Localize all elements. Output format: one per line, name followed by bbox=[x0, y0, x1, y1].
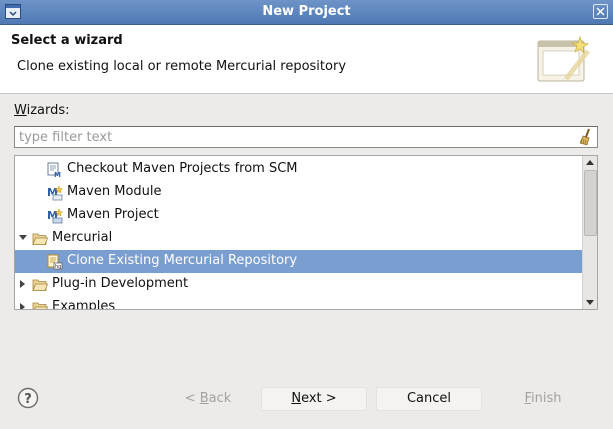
title-bar: New Project bbox=[0, 0, 613, 25]
back-button-text: ack bbox=[208, 391, 232, 406]
tree-item-label: Examples bbox=[52, 299, 116, 309]
svg-text:hg: hg bbox=[55, 264, 61, 270]
back-button-prefix: < bbox=[184, 391, 200, 406]
finish-button-text: inish bbox=[531, 391, 562, 406]
collapsed-arrow-icon[interactable] bbox=[18, 302, 28, 309]
wizards-label-text: izards: bbox=[26, 103, 70, 118]
wizards-label: Wizards: bbox=[14, 103, 70, 118]
new-wizard-graphic-icon bbox=[537, 35, 590, 82]
folder-icon bbox=[32, 279, 48, 291]
tree-item-label: Maven Project bbox=[67, 207, 159, 222]
maven-scm-icon: M bbox=[47, 162, 61, 178]
tree-item-examples[interactable]: Examples bbox=[15, 296, 583, 309]
filter-input[interactable] bbox=[14, 126, 598, 148]
finish-button[interactable]: Finish bbox=[490, 387, 596, 411]
next-button-mnemonic: N bbox=[291, 391, 302, 406]
tree-item-checkout-maven-scm[interactable]: M Checkout Maven Projects from SCM bbox=[15, 158, 583, 181]
tree-item-clone-mercurial-repository[interactable]: hg Clone Existing Mercurial Repository bbox=[15, 250, 583, 273]
window-title: New Project bbox=[262, 4, 351, 19]
tree-item-label: Maven Module bbox=[67, 184, 162, 199]
next-button-text: ext > bbox=[301, 391, 337, 406]
wizard-tree[interactable]: M Checkout Maven Projects from SCM M Mav… bbox=[14, 155, 598, 310]
tree-item-label: Plug-in Development bbox=[52, 276, 189, 291]
back-button-mnemonic: B bbox=[199, 391, 209, 406]
help-icon[interactable]: ? bbox=[17, 387, 39, 409]
tree-item-label: Clone Existing Mercurial Repository bbox=[67, 253, 298, 268]
back-button[interactable]: < Back bbox=[155, 387, 261, 411]
folder-open-icon bbox=[32, 233, 48, 245]
banner-title: Select a wizard bbox=[11, 33, 123, 48]
tree-item-label: Mercurial bbox=[52, 230, 113, 245]
close-icon[interactable] bbox=[593, 4, 608, 19]
tree-vertical-scrollbar[interactable] bbox=[582, 156, 597, 309]
expanded-arrow-icon[interactable] bbox=[18, 233, 28, 243]
tree-item-maven-project[interactable]: M Maven Project bbox=[15, 204, 583, 227]
tree-item-maven-module[interactable]: M Maven Module bbox=[15, 181, 583, 204]
svg-text:?: ? bbox=[24, 392, 32, 407]
scroll-down-icon[interactable] bbox=[586, 300, 594, 305]
wizard-tree-rows: M Checkout Maven Projects from SCM M Mav… bbox=[15, 156, 583, 309]
maven-project-icon: M bbox=[47, 208, 63, 224]
banner-description: Clone existing local or remote Mercurial… bbox=[17, 59, 347, 74]
wizard-banner: Select a wizard Clone existing local or … bbox=[0, 25, 613, 94]
tree-item-plugin-development[interactable]: Plug-in Development bbox=[15, 273, 583, 296]
tree-item-mercurial[interactable]: Mercurial bbox=[15, 227, 583, 250]
next-button[interactable]: Next > bbox=[261, 387, 367, 411]
mercurial-clone-icon: hg bbox=[47, 254, 63, 270]
folder-icon bbox=[32, 302, 48, 309]
cancel-button[interactable]: Cancel bbox=[376, 387, 482, 411]
wizards-label-mnemonic: W bbox=[14, 103, 27, 118]
scrollbar-thumb[interactable] bbox=[584, 170, 597, 236]
collapsed-arrow-icon[interactable] bbox=[18, 279, 28, 289]
scroll-up-icon[interactable] bbox=[586, 160, 594, 165]
clear-filter-icon[interactable] bbox=[578, 128, 594, 146]
maven-module-icon: M bbox=[47, 185, 63, 201]
svg-text:M: M bbox=[54, 171, 61, 178]
tree-item-label: Checkout Maven Projects from SCM bbox=[67, 161, 298, 176]
